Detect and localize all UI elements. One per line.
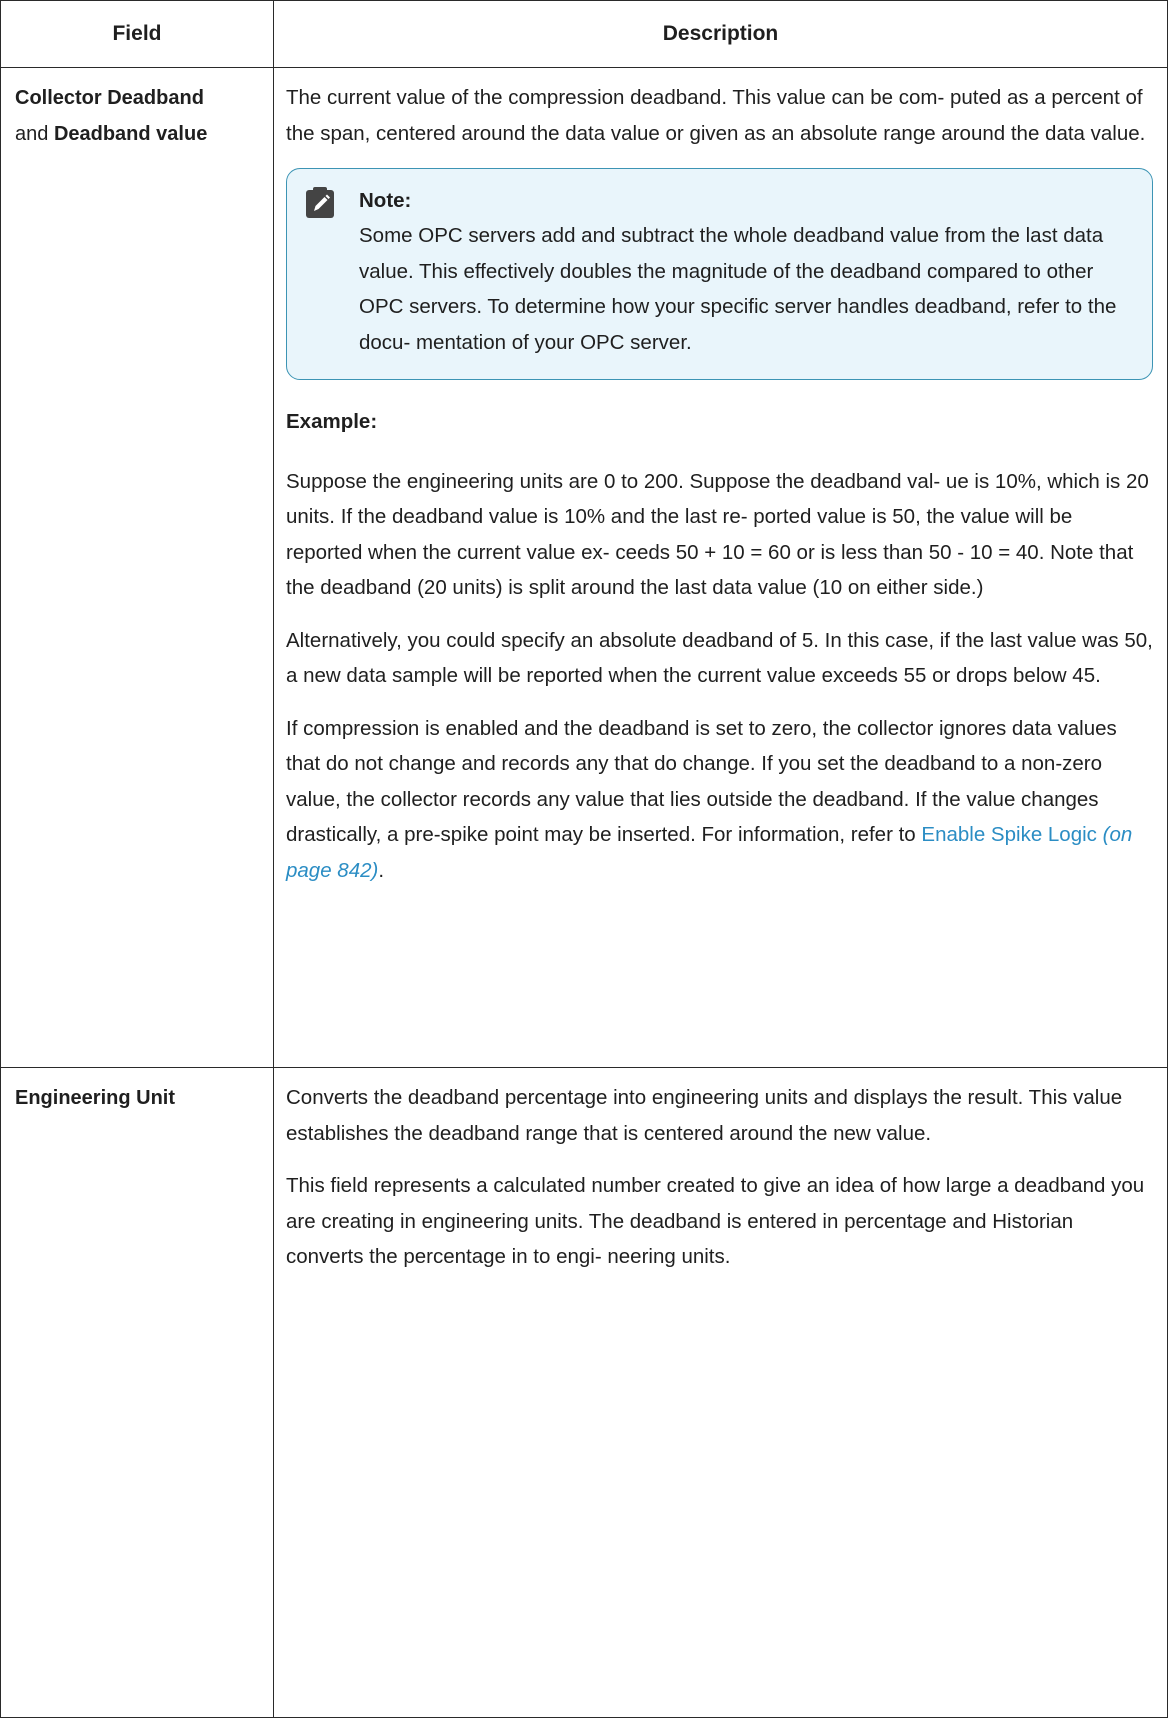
table-row: Engineering Unit Converts the deadband p… bbox=[0, 1067, 1168, 1718]
field-name-engineering-unit: Engineering Unit bbox=[15, 1087, 175, 1109]
field-description-table: Field Description Collector Deadband and… bbox=[0, 0, 1168, 1718]
note-title: Note: bbox=[359, 189, 412, 212]
field-cell: Collector Deadband and Deadband value bbox=[0, 67, 274, 1068]
table-header-row: Field Description bbox=[0, 0, 1168, 68]
pencil-note-icon bbox=[306, 187, 334, 218]
period: . bbox=[378, 858, 385, 882]
note-text: Some OPC servers add and subtract the wh… bbox=[359, 224, 1117, 354]
description-cell: Converts the deadband percentage into en… bbox=[273, 1067, 1168, 1718]
link-text: Enable Spike Logic bbox=[921, 823, 1097, 846]
field-conjunction: and bbox=[15, 123, 49, 145]
example-paragraph-1: Suppose the engineering units are 0 to 2… bbox=[286, 469, 1149, 600]
note-body: Note: Some OPC servers add and subtract … bbox=[359, 184, 1132, 360]
example-paragraph-2: Alternatively, you could specify an abso… bbox=[286, 628, 1153, 688]
engineering-unit-paragraph-1: Converts the deadband percentage into en… bbox=[286, 1086, 1123, 1145]
header-description: Description bbox=[273, 0, 1168, 68]
example-title: Example: bbox=[286, 410, 378, 433]
engineering-unit-paragraph-2: This field represents a calculated numbe… bbox=[286, 1174, 1145, 1268]
description-cell: The current value of the compression dea… bbox=[273, 67, 1168, 1068]
example-paragraph-3: If compression is enabled and the deadba… bbox=[286, 711, 1153, 889]
table-row: Collector Deadband and Deadband value Th… bbox=[0, 67, 1168, 1068]
note-box: Note: Some OPC servers add and subtract … bbox=[286, 168, 1153, 380]
field-cell: Engineering Unit bbox=[0, 1067, 274, 1718]
description-intro: The current value of the compression dea… bbox=[286, 86, 1146, 145]
field-name-deadband-value: Deadband value bbox=[53, 123, 208, 145]
header-field: Field bbox=[0, 0, 274, 68]
field-name-collector-deadband: Collector Deadband bbox=[15, 87, 204, 109]
